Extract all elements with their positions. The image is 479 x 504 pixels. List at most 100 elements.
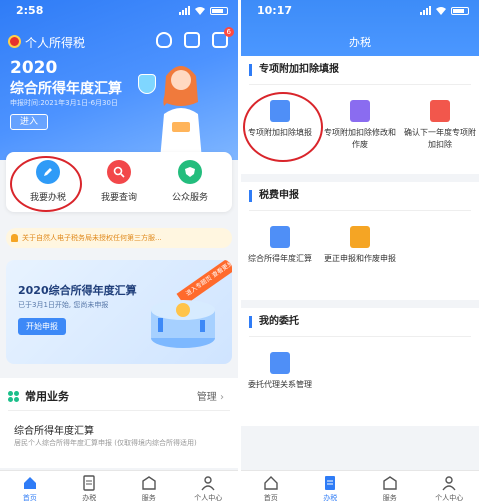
data-cylinder-illustration xyxy=(151,300,215,348)
tax-filing-section: 税费申报 综合所得年度汇算 更正申报和作废申报 xyxy=(241,182,479,300)
tab-home[interactable]: 首页 xyxy=(0,471,60,504)
item-label: 综合所得年度汇算 xyxy=(248,254,312,263)
scan-icon[interactable] xyxy=(184,32,200,48)
tab-service[interactable]: 服务 xyxy=(360,471,420,504)
bottom-tab-bar: 首页 办税 服务 个人中心 xyxy=(0,470,238,504)
home-icon xyxy=(264,476,278,490)
top-bar: 10:17 办税 xyxy=(241,0,479,56)
status-indicators xyxy=(179,6,228,15)
bottom-tab-bar: 首页 办税 服务 个人中心 xyxy=(241,470,479,504)
hero-banner[interactable]: 2:58 个人所得税 6 2020 综合所得年度汇算 申报时间:2021年3月1… xyxy=(0,0,238,160)
notice-text: 关于自然人电子税务局未授权任何第三方服... xyxy=(22,234,162,242)
annual-filing-banner[interactable]: 2020综合所得年度汇算 已于3月1日开始, 您尚未申报 开始申报 进入专题页 … xyxy=(6,260,232,364)
section-title: 常用业务 xyxy=(25,390,69,403)
banner-title: 2020综合所得年度汇算 xyxy=(18,284,137,297)
woman-illustration xyxy=(160,66,202,160)
delegate-doc-icon xyxy=(270,352,290,374)
tax-doc-icon xyxy=(325,476,336,490)
national-emblem-icon xyxy=(8,35,21,48)
special-deduction-section: 专项附加扣除填报 专项附加扣除填报 专项附加扣除修改和作废 确认下一年度专项附加… xyxy=(241,56,479,174)
hero-title: 综合所得年度汇算 xyxy=(10,81,122,97)
tab-home[interactable]: 首页 xyxy=(241,471,301,504)
red-highlight-circle xyxy=(243,92,323,162)
left-screen: 2:58 个人所得税 6 2020 综合所得年度汇算 申报时间:2021年3月1… xyxy=(0,0,238,504)
item-label: 确认下一年度专项附加扣除 xyxy=(404,128,476,149)
right-screen: 10:17 办税 专项附加扣除填报 专项附加扣除填报 专项附加扣除修改和作废 确… xyxy=(241,0,479,504)
tab-label: 办税 xyxy=(323,494,338,502)
divider xyxy=(249,84,471,85)
quick-action-label: 我要查询 xyxy=(100,193,137,203)
correct-doc-icon xyxy=(350,226,370,248)
manage-link[interactable]: 管理 xyxy=(197,388,224,403)
divider xyxy=(249,336,471,337)
tab-label: 个人中心 xyxy=(435,494,464,502)
service-icon xyxy=(383,476,397,490)
tab-label: 服务 xyxy=(382,494,397,502)
battery-icon xyxy=(451,6,469,15)
quick-action-query[interactable]: 我要查询 xyxy=(89,160,149,203)
hero-period: 申报时间:2021年3月1日-6月30日 xyxy=(10,99,118,107)
signal-icon xyxy=(179,6,190,15)
check-doc-icon xyxy=(430,100,450,122)
section-title: 税费申报 xyxy=(249,190,299,202)
correct-void-item[interactable]: 更正申报和作废申报 xyxy=(321,226,399,265)
notice-bar[interactable]: 关于自然人电子税务局未授权任何第三方服... xyxy=(6,228,232,248)
tab-profile[interactable]: 个人中心 xyxy=(420,471,479,504)
item-label: 更正申报和作废申报 xyxy=(324,254,396,263)
status-indicators xyxy=(420,6,469,15)
banner-subtitle: 已于3月1日开始, 您尚未申报 xyxy=(18,301,109,309)
annual-doc-icon xyxy=(270,226,290,248)
confirm-next-year-item[interactable]: 确认下一年度专项附加扣除 xyxy=(401,100,479,151)
status-time: 2:58 xyxy=(16,4,44,17)
headset-icon[interactable] xyxy=(156,32,172,48)
wifi-icon xyxy=(195,7,205,15)
tab-profile[interactable]: 个人中心 xyxy=(179,471,239,504)
tab-label: 办税 xyxy=(82,494,97,502)
message-icon[interactable]: 6 xyxy=(212,27,234,48)
delegation-management-item[interactable]: 委托代理关系管理 xyxy=(241,352,319,391)
status-time: 10:17 xyxy=(257,4,293,17)
item-label: 专项附加扣除修改和作废 xyxy=(324,128,396,149)
quick-actions-card: 我要办税 我要查询 公众服务 xyxy=(6,152,232,212)
annual-settlement-item[interactable]: 综合所得年度汇算 xyxy=(241,226,319,265)
status-bar: 10:17 xyxy=(241,0,479,22)
quick-action-label: 公众服务 xyxy=(171,193,208,203)
edit-doc-icon xyxy=(350,100,370,122)
bell-icon xyxy=(11,234,18,242)
battery-icon xyxy=(210,6,228,15)
status-bar: 2:58 xyxy=(0,0,238,22)
section-title: 专项附加扣除填报 xyxy=(249,64,339,76)
business-item-desc: 居民个人综合所得年度汇算申报 (仅取得境内综合所得适用) xyxy=(14,439,197,447)
section-title: 我的委托 xyxy=(249,316,299,328)
person-icon xyxy=(442,476,456,491)
tab-label: 首页 xyxy=(263,494,278,502)
tab-tax[interactable]: 办税 xyxy=(60,471,120,504)
tab-label: 首页 xyxy=(22,494,37,502)
service-icon xyxy=(142,476,156,490)
common-business-section: 常用业务 管理 综合所得年度汇算 居民个人综合所得年度汇算申报 (仅取得境内综合… xyxy=(0,378,238,468)
person-icon xyxy=(201,476,215,491)
start-filing-button[interactable]: 开始申报 xyxy=(18,318,66,335)
wifi-icon xyxy=(436,7,446,15)
page-title: 办税 xyxy=(349,36,371,49)
app-title: 个人所得税 xyxy=(25,36,86,50)
tab-label: 个人中心 xyxy=(194,494,223,502)
home-icon xyxy=(23,477,36,489)
shield-icon xyxy=(178,160,202,184)
search-icon xyxy=(107,160,131,184)
tab-tax[interactable]: 办税 xyxy=(301,471,361,504)
divider xyxy=(8,410,230,411)
red-highlight-circle xyxy=(10,156,82,212)
delegation-section: 我的委托 委托代理关系管理 xyxy=(241,308,479,426)
tab-service[interactable]: 服务 xyxy=(119,471,179,504)
hero-year: 2020 xyxy=(10,58,58,78)
message-badge: 6 xyxy=(223,27,234,37)
item-label: 委托代理关系管理 xyxy=(248,380,312,389)
quick-action-public-service[interactable]: 公众服务 xyxy=(160,160,220,203)
clover-icon xyxy=(8,390,19,402)
special-deduction-edit-item[interactable]: 专项附加扣除修改和作废 xyxy=(321,100,399,151)
divider xyxy=(249,210,471,211)
enter-button[interactable]: 进入 xyxy=(10,114,48,130)
business-item-title[interactable]: 综合所得年度汇算 xyxy=(14,422,94,437)
signal-icon xyxy=(420,6,431,15)
